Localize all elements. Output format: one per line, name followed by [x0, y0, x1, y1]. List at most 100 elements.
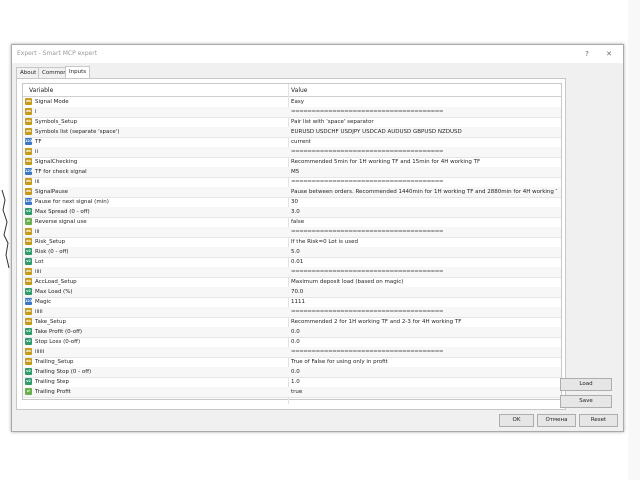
save-button[interactable]: Save: [560, 395, 612, 408]
double-param-icon: v2: [25, 248, 32, 255]
variable-value[interactable]: 70.0: [291, 289, 557, 295]
cancel-button[interactable]: Отмена: [537, 414, 576, 427]
boolean-param-icon: ⇄: [25, 388, 32, 395]
double-param-icon: v2: [25, 258, 32, 265]
variable-name: Trailing Step: [35, 379, 70, 385]
variable-name: ii: [35, 149, 39, 155]
variable-name: Risk_Setup: [35, 239, 66, 245]
variable-value[interactable]: true: [291, 389, 557, 395]
variable-value[interactable]: =====================================: [291, 109, 557, 115]
inputs-panel: Variable Value ab Signal Mode Easy ab i =====…: [16, 78, 566, 410]
variable-name: Trailing Profit: [35, 389, 71, 395]
string-param-icon: ab: [25, 318, 32, 325]
string-param-icon: ab: [25, 348, 32, 355]
variable-name: Trailing_Setup: [35, 359, 74, 365]
string-param-icon: ab: [25, 358, 32, 365]
string-param-icon: ab: [25, 128, 32, 135]
variable-name: iii: [35, 229, 40, 235]
string-param-icon: ab: [25, 178, 32, 185]
integer-param-icon: 123: [25, 298, 33, 305]
double-param-icon: v2: [25, 208, 32, 215]
variable-value[interactable]: Pause between orders. Recommended 1440mi…: [291, 189, 557, 195]
variable-name: SignalPause: [35, 189, 69, 195]
variable-value[interactable]: Maximum deposit load (based on magic): [291, 279, 557, 285]
variable-name: iiii: [35, 269, 42, 275]
tab-about[interactable]: About: [16, 67, 41, 78]
variable-value[interactable]: 1111: [291, 299, 557, 305]
variable-value[interactable]: Recommended 5min for 1H working TF and 1…: [291, 159, 557, 165]
help-button[interactable]: ?: [580, 48, 594, 60]
grid-header: Variable Value: [23, 84, 561, 97]
expert-dialog: Expert - Smart MCP expert ? ✕ About Comm…: [11, 44, 624, 432]
variable-name: Symbols list (separate 'space'): [35, 129, 120, 135]
variable-value[interactable]: True of False for using only in profit: [291, 359, 557, 365]
variable-value[interactable]: 30: [291, 199, 557, 205]
variable-name: Trailing Stop (0 - off): [35, 369, 92, 375]
variable-name: Signal Mode: [35, 99, 69, 105]
inputs-grid: Variable Value ab Signal Mode Easy ab i =====…: [22, 83, 562, 404]
integer-param-icon: 123: [25, 138, 33, 145]
variable-name: Lot: [35, 259, 44, 265]
variable-name: Max Load (%): [35, 289, 73, 295]
integer-param-icon: 123: [25, 198, 33, 205]
string-param-icon: ab: [25, 118, 32, 125]
column-header-value[interactable]: Value: [291, 87, 307, 94]
boolean-param-icon: ⇄: [25, 218, 32, 225]
load-button[interactable]: Load: [560, 378, 612, 391]
string-param-icon: ab: [25, 238, 32, 245]
variable-value[interactable]: 1.0: [291, 379, 557, 385]
variable-value[interactable]: =====================================: [291, 149, 557, 155]
ok-button[interactable]: OK: [499, 414, 534, 427]
window-title: Expert - Smart MCP expert: [17, 50, 98, 57]
integer-param-icon: 123: [25, 168, 33, 175]
variable-value[interactable]: 0.0: [291, 329, 557, 335]
input-row[interactable]: ⇄ Trailing Profit true: [23, 387, 561, 398]
variable-name: i: [35, 109, 37, 115]
variable-value[interactable]: M5: [291, 169, 557, 175]
variable-name: iii: [35, 179, 40, 185]
variable-value[interactable]: current: [291, 139, 557, 145]
title-bar: Expert - Smart MCP expert ? ✕: [12, 45, 623, 63]
double-param-icon: v2: [25, 328, 32, 335]
variable-value[interactable]: =====================================: [291, 349, 557, 355]
string-param-icon: ab: [25, 278, 32, 285]
variable-value[interactable]: 0.0: [291, 339, 557, 345]
variable-value[interactable]: 5.0: [291, 249, 557, 255]
variable-value[interactable]: =====================================: [291, 179, 557, 185]
variable-value[interactable]: Easy: [291, 99, 557, 105]
string-param-icon: ab: [25, 148, 32, 155]
variable-value[interactable]: Recommended 2 for 1H working TF and 2-3 …: [291, 319, 557, 325]
variable-name: Take Profit (0-off): [35, 329, 83, 335]
variable-name: TF: [35, 139, 42, 145]
reset-button[interactable]: Reset: [579, 414, 618, 427]
string-param-icon: ab: [25, 268, 32, 275]
variable-value[interactable]: 3.0: [291, 209, 557, 215]
double-param-icon: v2: [25, 378, 32, 385]
string-param-icon: ab: [25, 98, 32, 105]
variable-value[interactable]: =====================================: [291, 309, 557, 315]
variable-value[interactable]: Pair list with 'space' separator: [291, 119, 557, 125]
variable-name: TF for check signal: [35, 169, 87, 175]
variable-value[interactable]: If the Risk=0 Lot is used: [291, 239, 557, 245]
variable-name: Take_Setup: [35, 319, 66, 325]
variable-name: Symbols_Setup: [35, 119, 78, 125]
variable-name: Pause for next signal (min): [35, 199, 109, 205]
variable-name: AccLoad_Setup: [35, 279, 77, 285]
variable-name: Max Spread (0 - off): [35, 209, 90, 215]
close-button[interactable]: ✕: [602, 48, 616, 60]
string-param-icon: ab: [25, 108, 32, 115]
variable-name: Stop Loss (0-off): [35, 339, 81, 345]
variable-name: iiiiii: [35, 349, 45, 355]
string-param-icon: ab: [25, 188, 32, 195]
variable-value[interactable]: EURUSD USDCHF USDJPY USDCAD AUDUSD GBPUS…: [291, 129, 557, 135]
variable-value[interactable]: =====================================: [291, 269, 557, 275]
variable-value[interactable]: 0.01: [291, 259, 557, 265]
string-param-icon: ab: [25, 308, 32, 315]
variable-name: Risk (0 - off): [35, 249, 69, 255]
string-param-icon: ab: [25, 228, 32, 235]
column-header-variable[interactable]: Variable: [29, 87, 53, 94]
variable-value[interactable]: =====================================: [291, 229, 557, 235]
variable-name: SignalChecking: [35, 159, 78, 165]
variable-value[interactable]: 0.0: [291, 369, 557, 375]
variable-value[interactable]: false: [291, 219, 557, 225]
